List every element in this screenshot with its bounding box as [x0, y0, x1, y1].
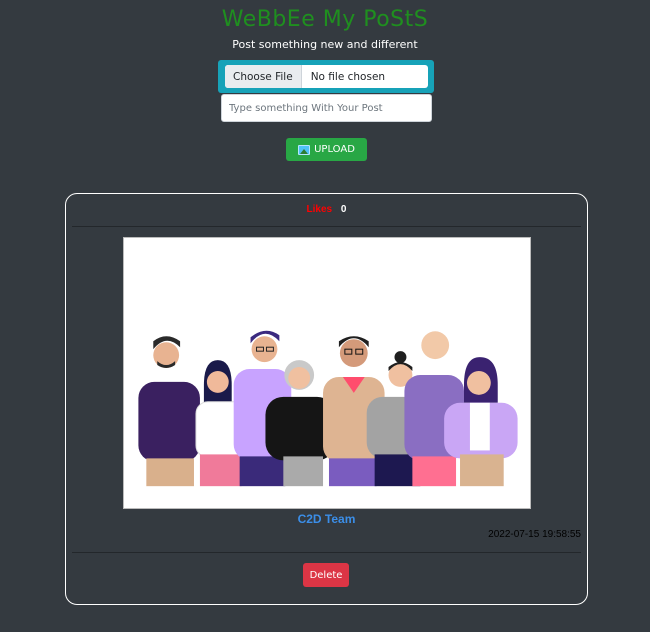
- page-subtitle: Post something new and different: [232, 38, 418, 51]
- likes-count: 0: [340, 204, 347, 215]
- choose-file-button[interactable]: Choose File: [225, 65, 302, 88]
- post-timestamp: 2022-07-15 19:58:55: [488, 529, 581, 540]
- upload-button-label: UPLOAD: [314, 144, 355, 155]
- file-input[interactable]: Choose File No file chosen: [225, 65, 428, 88]
- likes-label[interactable]: Likes: [307, 204, 333, 215]
- delete-button[interactable]: Delete: [303, 563, 349, 587]
- card-divider-top: [72, 226, 581, 227]
- image-icon: [298, 144, 311, 155]
- post-text-input[interactable]: [221, 94, 432, 122]
- team-illustration-icon: [124, 238, 530, 508]
- file-upload-wrapper: Choose File No file chosen: [218, 60, 434, 93]
- page-title: WeBbEe My PoStS: [221, 7, 429, 32]
- card-divider-bottom: [72, 552, 581, 553]
- upload-button[interactable]: UPLOAD: [286, 138, 367, 161]
- post-card: Likes 0 C2D Team 2022-07-15 19:58:55 Del…: [65, 193, 588, 605]
- post-text: C2D Team: [297, 512, 356, 526]
- post-image: [123, 237, 531, 509]
- file-status-text: No file chosen: [310, 70, 386, 83]
- likes-row: Likes 0: [66, 204, 587, 215]
